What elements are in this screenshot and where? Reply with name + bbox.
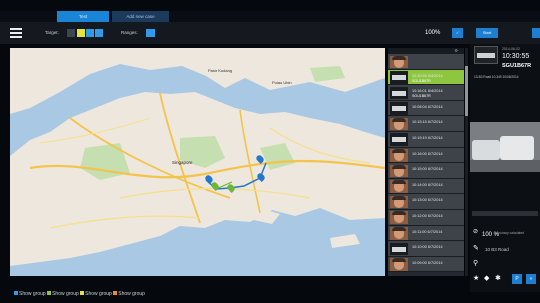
event-time: 10:15:00 6/7/2014 — [412, 167, 443, 172]
map-view[interactable]: Pulau Ubin Pasir Kudang Singapore — [10, 48, 385, 276]
check-button[interactable]: ✓ — [452, 28, 463, 38]
tab-test[interactable]: Test — [57, 11, 109, 22]
legend-item[interactable]: Show group — [14, 291, 46, 297]
face-thumbnail — [390, 258, 408, 271]
face-thumbnail — [390, 149, 408, 162]
event-plate: SGU1B67R — [412, 78, 431, 83]
target-label: Target: — [45, 30, 59, 35]
event-row[interactable]: 10:10:00 6/7/2014 — [388, 241, 464, 257]
detail-date: 2014-06-02 — [502, 47, 520, 51]
event-time: 10:11:00 6/7/2014 — [412, 229, 443, 234]
zoom-level: 100% — [425, 30, 441, 36]
event-row[interactable]: 10:14:00 6/7/2014 — [388, 178, 464, 195]
scrollbar-thumb[interactable] — [465, 66, 468, 116]
event-row[interactable]: 10:13:00 6/7/2014 — [388, 194, 464, 210]
event-time: 10:10:00 6/7/2014 — [412, 245, 443, 250]
event-time: 10:13:00 6/7/2014 — [412, 198, 443, 203]
event-time: 10:30:55 6/4/2014 — [412, 73, 443, 78]
detail-road: 10 B3 Road — [485, 247, 509, 252]
event-time: 10:12:00 6/7/2014 — [412, 213, 443, 218]
star-icon[interactable]: ★ — [473, 274, 479, 282]
percent-icon: ⊘ — [473, 229, 479, 235]
plate-thumbnail — [390, 86, 408, 100]
plate-thumbnail — [390, 102, 408, 115]
playback-bar[interactable] — [472, 211, 538, 216]
face-thumbnail — [390, 195, 408, 209]
event-row[interactable] — [388, 54, 464, 70]
location-pin-icon: ⚲ — [473, 260, 479, 267]
event-row[interactable]: 10:09:00 6/7/2014 — [388, 256, 464, 273]
map-label-singapore: Singapore — [172, 160, 193, 165]
event-row[interactable]: 10:19:19 6/7/2014 — [388, 131, 464, 148]
legend-item[interactable]: Show group — [80, 291, 112, 297]
event-row[interactable]: 10:15:15 6/7/2014 — [388, 116, 464, 132]
plate-thumbnail — [390, 71, 408, 84]
tag-icon[interactable]: ◆ — [484, 274, 489, 282]
plate-thumbnail — [390, 133, 408, 146]
flag-button[interactable]: P — [512, 274, 522, 284]
map-canvas — [10, 48, 385, 266]
face-thumbnail — [390, 211, 408, 224]
face-thumbnail — [390, 227, 408, 240]
face-thumbnail — [390, 164, 408, 178]
event-time: 10:14:00 6/7/2014 — [412, 182, 443, 187]
target-color-yellow[interactable] — [77, 29, 85, 37]
event-list-scrollbar[interactable] — [465, 48, 468, 276]
toolbar: Target: Ranges: 100% ✓ Start — [0, 22, 540, 44]
tab-add-new-case[interactable]: Add new case — [112, 11, 169, 22]
event-row[interactable]: 10:11:00 6/7/2014 — [388, 225, 464, 242]
detail-road-info: 13-B3 Road 10,349 10/06/2014 — [474, 75, 519, 79]
legend-item[interactable]: Show group — [47, 291, 79, 297]
map-label-pulau-ubin: Pulau Ubin — [272, 80, 292, 85]
detail-panel: 2014-06-02 10:30:55 SGU1B67R 13-B3 Road … — [470, 44, 540, 292]
road-icon: ✎ — [473, 245, 479, 252]
target-add-button[interactable] — [86, 29, 94, 37]
detail-time: 10:30:55 — [502, 53, 530, 60]
event-row[interactable]: 10:08:04 6/7/2014 — [388, 100, 464, 117]
map-label-pasir-kudang: Pasir Kudang — [208, 68, 233, 73]
vehicle-photo[interactable] — [470, 122, 540, 172]
event-time: 10:19:19 6/7/2014 — [412, 135, 443, 140]
tab-bar: Test Add new case — [0, 11, 540, 22]
plate-thumbnail — [390, 242, 408, 256]
event-row[interactable]: 10:16:00 6/7/2014 — [388, 147, 464, 164]
event-time: 10:09:00 6/7/2014 — [412, 260, 443, 265]
face-thumbnail — [390, 117, 408, 131]
ranges-label: Ranges: — [121, 30, 138, 35]
event-row[interactable]: 10:15:00 6/7/2014 — [388, 163, 464, 179]
event-time: 10:15:15 6/7/2014 — [412, 120, 443, 125]
app-window: Test Add new case Target: Ranges: 100% ✓… — [0, 0, 540, 303]
hamburger-menu-icon[interactable] — [10, 28, 22, 38]
event-time: 10:16:00 6/7/2014 — [412, 151, 443, 156]
target-color-dark[interactable] — [67, 29, 75, 37]
face-thumbnail — [390, 55, 408, 68]
legend-item[interactable]: Show group — [113, 291, 145, 297]
event-plate: SGU1B67R — [412, 94, 431, 99]
event-row[interactable]: 10:16:01 6/4/2014 SGU1B67R — [388, 85, 464, 101]
event-time: 10:08:04 6/7/2014 — [412, 104, 443, 109]
event-time: 10:16:01 6/4/2014 — [412, 89, 443, 94]
panel-button[interactable] — [532, 28, 540, 38]
detail-plate-number: SGU1B67R — [502, 63, 532, 69]
plate-thumbnail — [474, 46, 498, 64]
group-legend: Show group Show group Show group Show gr… — [14, 290, 145, 298]
ranges-box[interactable] — [146, 29, 155, 37]
event-row[interactable]: 10:30:55 6/4/2014 SGU1B67R — [388, 69, 464, 86]
next-button[interactable]: » — [526, 274, 536, 284]
asterisk-icon[interactable]: ✱ — [495, 274, 501, 282]
start-button[interactable]: Start — [476, 28, 498, 38]
detail-actions: ★ ◆ ✱ P » — [470, 274, 540, 286]
event-list: ⚙ 10:30:55 6/4/2014 SGU1B67R 10:16:01 6/4/… — [388, 48, 464, 276]
accuracy-note: accuracy calculated — [496, 231, 524, 235]
face-thumbnail — [390, 180, 408, 193]
event-row[interactable]: 10:12:00 6/7/2014 — [388, 209, 464, 226]
target-remove-button[interactable] — [95, 29, 103, 37]
